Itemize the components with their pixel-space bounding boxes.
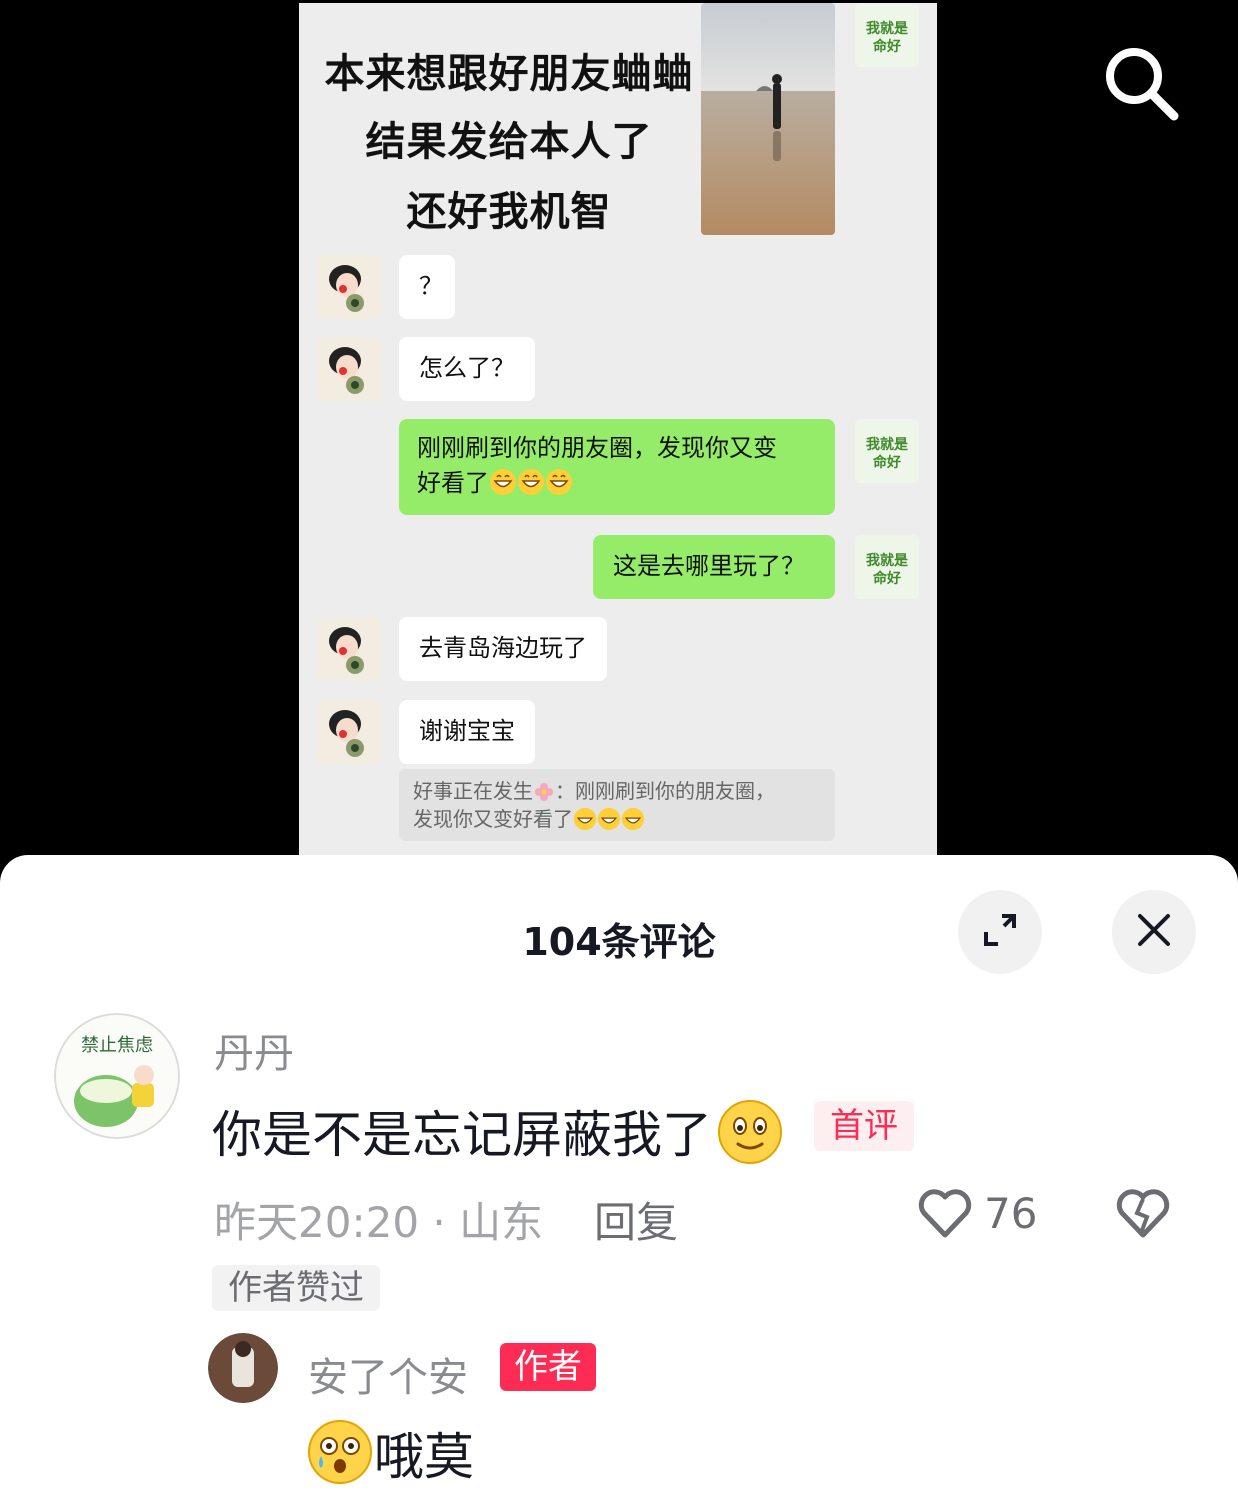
chat-screenshot: 本来想跟好朋友蛐蛐 结果发给本人了 还好我机智 我就是 命好 ？ 怎么了？ 刚刚… <box>299 3 937 880</box>
broken-heart-icon <box>1114 1189 1172 1245</box>
my-avatar: 我就是 命好 <box>855 3 919 67</box>
headline-line-3: 还好我机智 <box>406 189 612 235</box>
meta-separator: · <box>432 1198 446 1247</box>
comment-time: 昨天20:20 <box>214 1198 420 1247</box>
friend-avatar <box>317 700 381 764</box>
comment-location: 山东 <box>459 1198 544 1247</box>
crying-surprised-emoji-icon <box>306 1420 374 1486</box>
grinning-emoji-icon <box>573 807 645 831</box>
heart-icon <box>916 1189 974 1245</box>
like-count: 76 <box>984 1189 1038 1238</box>
quote-sender: 好事正在发生 <box>413 779 533 803</box>
quote-text: ：刚刚刷到你的朋友圈， <box>555 779 775 803</box>
search-icon[interactable] <box>1100 42 1182 124</box>
svg-text:命好: 命好 <box>872 38 901 55</box>
my-avatar: 我就是 命好 <box>855 419 919 483</box>
close-button[interactable] <box>1112 890 1196 974</box>
message-text: 刚刚刷到你的朋友圈，发现你又变 <box>417 434 777 462</box>
comment-text: 你是不是忘记屏蔽我了 <box>212 1095 784 1167</box>
svg-text:我就是: 我就是 <box>866 552 909 569</box>
message-bubble: 怎么了？ <box>399 337 535 401</box>
grinning-emoji-icon <box>489 469 573 497</box>
author-avatar[interactable] <box>208 1333 278 1403</box>
friend-avatar <box>317 255 381 319</box>
dislike-button[interactable] <box>1114 1185 1172 1241</box>
author-tag: 作者 <box>500 1343 596 1391</box>
flower-emoji-icon <box>533 779 555 803</box>
video-player[interactable]: 本来想跟好朋友蛐蛐 结果发给本人了 还好我机智 我就是 命好 ？ 怎么了？ 刚刚… <box>0 0 1238 880</box>
friend-avatar <box>317 617 381 681</box>
message-text: 好看了 <box>417 469 489 497</box>
message-bubble: 去青岛海边玩了 <box>399 617 607 681</box>
close-icon <box>1136 912 1172 952</box>
expand-icon <box>980 910 1020 954</box>
headline-line-2: 结果发给本人了 <box>365 119 653 165</box>
first-comment-tag: 首评 <box>814 1101 914 1151</box>
svg-text:我就是: 我就是 <box>866 436 909 453</box>
friend-avatar <box>317 337 381 401</box>
smile-emoji-icon <box>712 1100 784 1164</box>
commenter-avatar[interactable]: 禁止焦虑 <box>54 1013 180 1139</box>
my-avatar: 我就是 命好 <box>855 535 919 599</box>
quoted-message: 好事正在发生 ：刚刚刷到你的朋友圈， 发现你又变好看了 <box>399 769 835 841</box>
comment-meta: 昨天20:20 · 山东 <box>214 1189 543 1250</box>
svg-text:我就是: 我就是 <box>866 20 909 37</box>
like-button[interactable] <box>916 1185 974 1241</box>
avatar-lettering: 禁止焦虑 <box>81 1035 153 1056</box>
message-bubble: 谢谢宝宝 <box>399 700 535 764</box>
author-username[interactable]: 安了个安 <box>308 1345 468 1403</box>
quote-text: 发现你又变好看了 <box>413 807 573 831</box>
beach-photo <box>701 3 835 235</box>
message-bubble-out: 刚刚刷到你的朋友圈，发现你又变 好看了 <box>399 419 835 515</box>
reply-text: 哦莫 <box>306 1417 474 1489</box>
message-bubble-out: 这是去哪里玩了？ <box>593 535 835 599</box>
svg-text:命好: 命好 <box>872 454 901 471</box>
reply-button[interactable]: 回复 <box>594 1189 678 1250</box>
expand-button[interactable] <box>958 890 1042 974</box>
svg-text:命好: 命好 <box>872 570 901 587</box>
comment-count-title: 104条评论 <box>522 920 716 964</box>
headline-line-1: 本来想跟好朋友蛐蛐 <box>324 51 694 97</box>
comment-sheet: 104条评论 禁止焦虑 丹丹 你是不是忘记屏蔽我了 首评 昨天20:20 · 山… <box>0 855 1238 1502</box>
commenter-username[interactable]: 丹丹 <box>214 1021 294 1079</box>
comment-body: 你是不是忘记屏蔽我了 <box>212 1106 712 1164</box>
reply-body: 哦莫 <box>374 1428 474 1486</box>
message-bubble: ？ <box>399 255 455 319</box>
author-liked-badge: 作者赞过 <box>212 1265 380 1311</box>
